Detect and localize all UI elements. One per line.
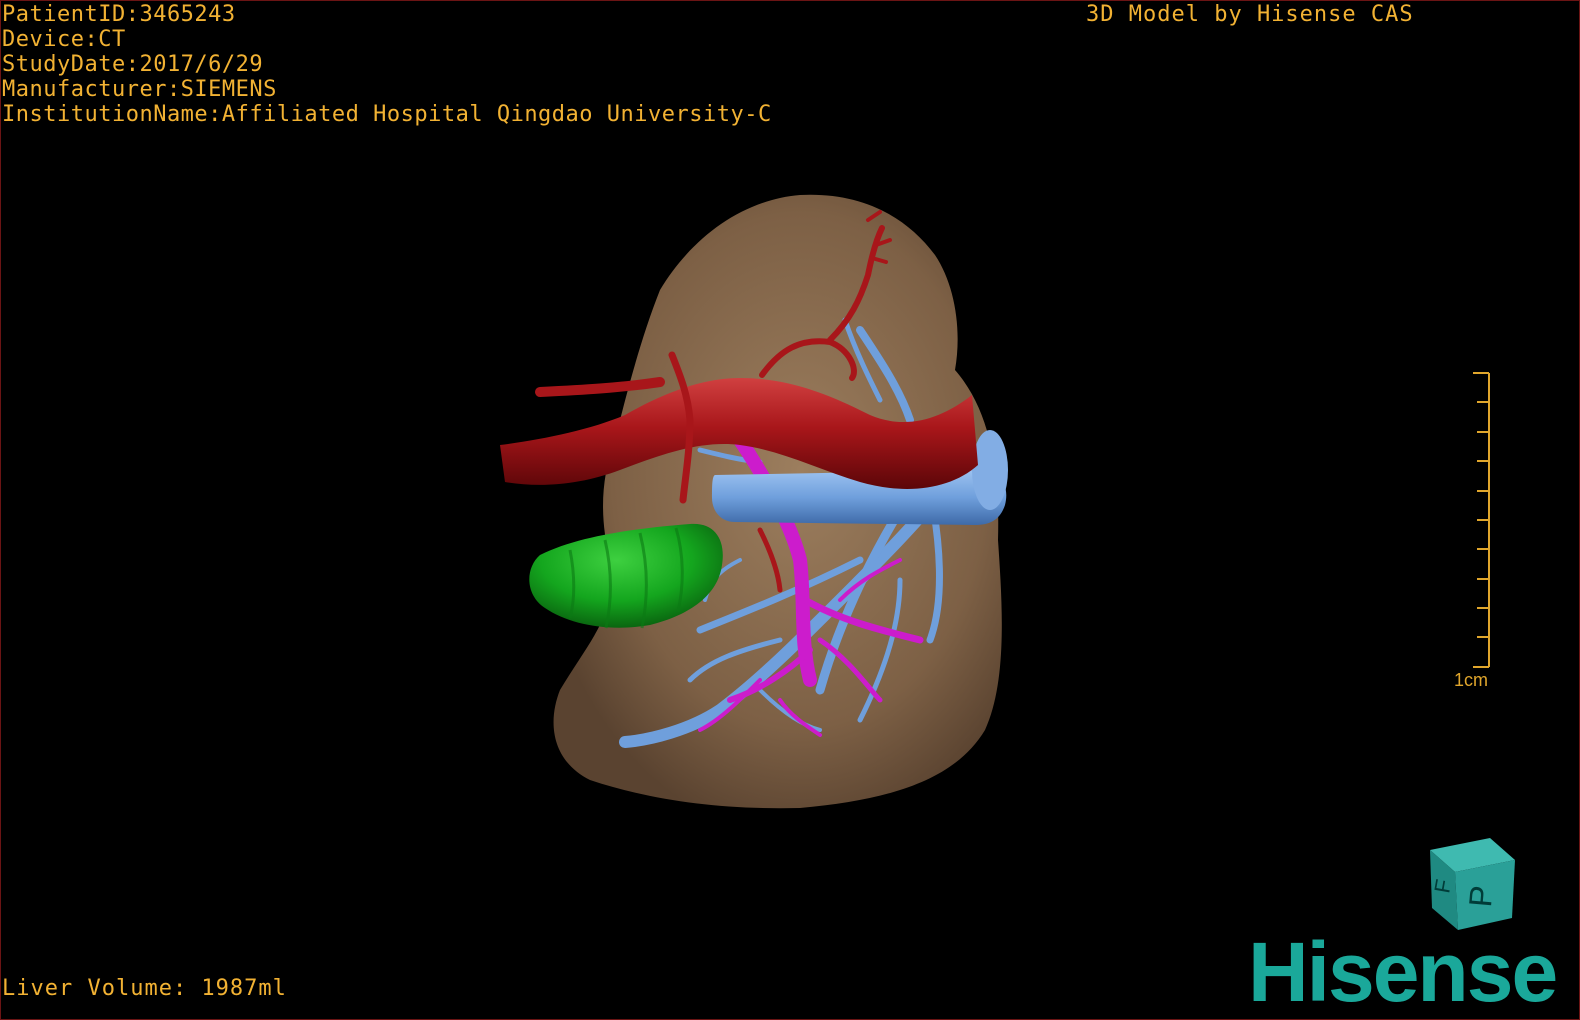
hisense-logo: Hisense: [1248, 925, 1558, 1019]
scale-bar: [1473, 372, 1490, 668]
scale-bar-label: 1cm: [1454, 670, 1489, 690]
liver-3d-model[interactable]: F P: [0, 0, 1580, 1020]
patient-id-label: PatientID:3465243: [2, 2, 236, 27]
cube-face-label-p: P: [1462, 884, 1500, 908]
study-date-label: StudyDate:2017/6/29: [2, 52, 264, 77]
manufacturer-label: Manufacturer:SIEMENS: [2, 77, 277, 102]
device-label: Device:CT: [2, 27, 126, 52]
dicom-metadata: PatientID:3465243 Device:CT StudyDate:20…: [2, 2, 772, 127]
institution-label: InstitutionName:Affiliated Hospital Qing…: [2, 102, 772, 127]
liver-volume-readout: Liver Volume: 1987ml: [2, 976, 287, 1001]
orientation-cube[interactable]: F P: [1429, 838, 1515, 930]
model-credit: 3D Model by Hisense CAS: [1086, 2, 1414, 27]
